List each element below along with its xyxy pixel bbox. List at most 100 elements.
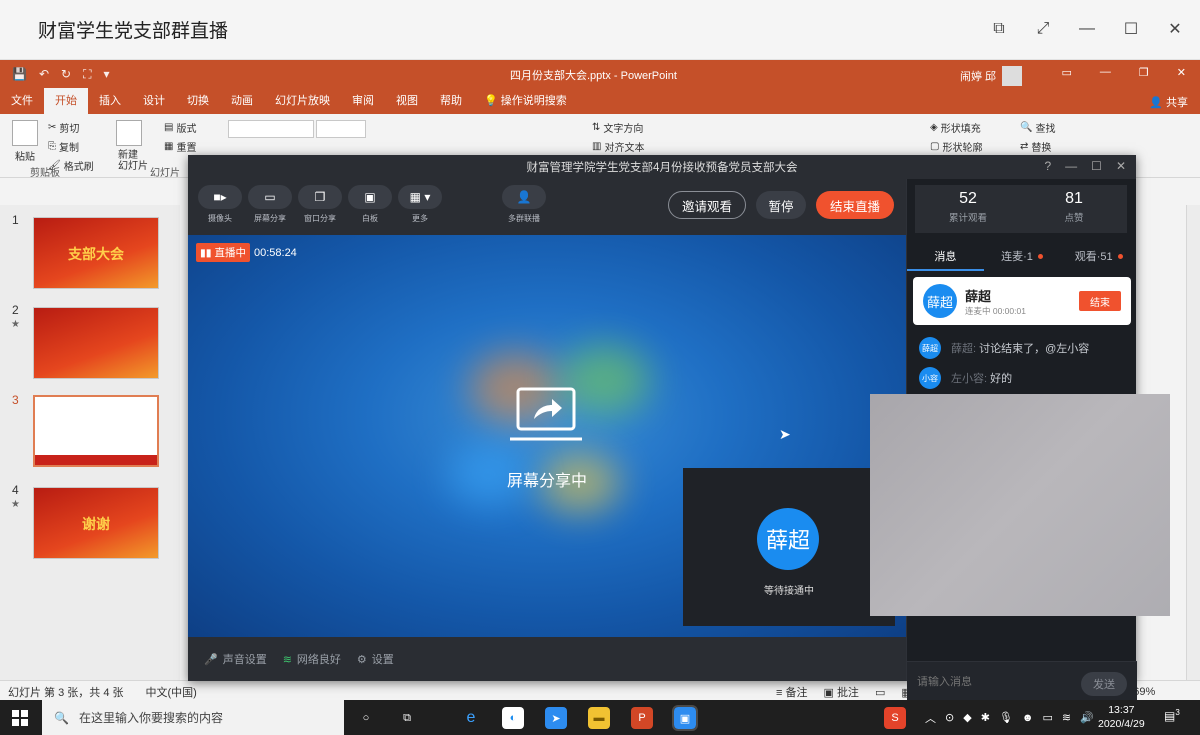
tray-battery-icon[interactable]: ▭ [1042,711,1052,724]
powerpoint-icon[interactable]: P [631,707,653,729]
text-direction-button[interactable]: ⇅ 文字方向 [592,120,643,135]
new-slide-button[interactable] [116,120,142,148]
chat-sender: 薛超: [951,343,977,355]
tray-wifi-icon[interactable]: ≋ [1062,711,1071,724]
copy-button[interactable]: ⎘ 复制 [48,139,79,154]
live-close-button[interactable]: ✕ [1116,159,1126,173]
normal-view-icon[interactable]: ▭ [875,686,885,699]
sogou-icon[interactable]: S [884,707,906,729]
ppt-minimize-button[interactable]: — [1100,66,1111,79]
maximize-button[interactable]: ☐ [1118,16,1144,42]
window-share-button[interactable]: ❐ 窗口分享 [298,185,342,224]
pin-window-icon[interactable]: ⧉ [986,16,1012,42]
guest-video-pip[interactable]: 薛超 等待接通中 [683,468,895,626]
live-maximize-button[interactable]: ☐ [1091,159,1102,173]
save-icon[interactable]: 💾 [12,67,27,82]
replace-button[interactable]: ⇄ 替换 [1020,139,1051,154]
file-explorer-icon[interactable]: ▬ [588,707,610,729]
live-minimize-button[interactable]: — [1065,159,1077,173]
paste-button[interactable]: 粘贴 [12,120,38,163]
shape-outline-button[interactable]: ▢ 形状轮廓 [930,139,982,154]
redo-icon[interactable]: ↻ [61,67,71,82]
taskbar-clock[interactable]: 13:37 2020/4/29 [1098,703,1145,731]
tab-view[interactable]: 视图 [385,88,429,114]
start-button[interactable] [0,700,40,735]
edge-icon[interactable]: e [460,707,482,729]
expand-icon[interactable]: ⤢ [1030,16,1056,42]
end-live-button[interactable]: 结束直播 [816,191,894,219]
ppt-close-button[interactable]: ✕ [1177,66,1186,79]
tab-slideshow[interactable]: 幻灯片放映 [264,88,341,114]
screen-share-button[interactable]: ▭ 屏幕分享 [248,185,292,224]
end-link-mic-button[interactable]: 结束 [1079,291,1121,311]
notes-button[interactable]: ≡ 备注 [776,684,807,700]
tell-me-search[interactable]: 💡 操作说明搜索 [473,88,578,114]
audio-settings-button[interactable]: 🎤 声音设置 [204,651,267,667]
undo-icon[interactable]: ↶ [39,67,49,82]
more-button[interactable]: ▦ ▾ 更多 [398,185,442,224]
browser-icon[interactable]: ◐ [502,707,524,729]
multi-group-label: 多群联播 [508,214,540,223]
slide-thumbnail-4[interactable]: 谢谢 [33,487,159,559]
tab-review[interactable]: 审阅 [341,88,385,114]
feishu-icon[interactable]: ➤ [545,707,567,729]
tray-app-icon[interactable]: ⊙ [945,711,954,724]
multi-group-button[interactable]: 👤 多群联播 [502,185,546,224]
shape-fill-button[interactable]: ◈ 形状填充 [930,120,981,135]
tray-volume-icon[interactable]: 🔊 [1080,711,1094,724]
tab-viewers[interactable]: 观看·51 [1060,241,1137,271]
tab-transitions[interactable]: 切换 [176,88,220,114]
reset-button[interactable]: ▦ 重置 [164,139,196,154]
share-button[interactable]: 👤 共享 [1149,94,1188,110]
close-button[interactable]: ✕ [1162,16,1188,42]
user-avatar[interactable] [1002,66,1023,86]
tray-expand-icon[interactable]: ︿ [925,710,936,726]
settings-button[interactable]: ⚙ 设置 [357,651,394,667]
tab-messages[interactable]: 消息 [907,241,984,271]
slide-thumbnail-1[interactable]: 支部大会 [33,217,159,289]
tray-shield-icon[interactable]: ◆ [963,711,971,724]
font-size-select[interactable] [316,120,366,138]
align-text-button[interactable]: ▥ 对齐文本 [592,139,644,154]
camera-button[interactable]: ■▸ 摄像头 [198,185,242,224]
layout-icon: ▤ [164,122,174,133]
tray-bluetooth-icon[interactable]: ✱ [981,711,990,724]
tab-insert[interactable]: 插入 [88,88,132,114]
tray-qq-icon[interactable]: ☻ [1022,712,1034,724]
chat-input[interactable] [917,676,1067,688]
cortana-icon[interactable]: ○ [355,707,377,729]
comments-button[interactable]: ▣ 批注 [823,684,858,700]
dingtalk-icon[interactable]: ▣ [672,705,698,731]
send-button[interactable]: 发送 [1081,672,1127,696]
cut-button[interactable]: ✂ 剪切 [48,120,79,135]
present-icon[interactable]: ⛶ [83,67,91,82]
shape-outline-label: 形状轮廓 [942,143,983,154]
slide-thumbnail-3[interactable] [33,395,159,467]
task-view-icon[interactable]: ⧉ [396,707,418,729]
tab-design[interactable]: 设计 [132,88,176,114]
ppt-user[interactable]: 闹婷 邱 [960,66,1023,86]
customize-qat-icon[interactable]: ▾ [103,67,109,82]
notification-center-icon[interactable]: ▤3 [1164,708,1180,723]
font-name-select[interactable] [228,120,314,138]
find-button[interactable]: 🔍 查找 [1020,120,1055,135]
ppt-vertical-scrollbar[interactable] [1186,205,1200,685]
invite-button[interactable]: 邀请观看 [668,191,746,219]
tab-home[interactable]: 开始 [44,88,88,114]
minimize-button[interactable]: — [1074,16,1100,42]
taskbar-search[interactable]: 🔍 在这里输入你要搜索的内容 [42,700,344,735]
help-icon[interactable]: ? [1044,159,1051,173]
tab-animations[interactable]: 动画 [220,88,264,114]
whiteboard-button[interactable]: ▣ 白板 [348,185,392,224]
tab-file[interactable]: 文件 [0,88,44,114]
tray-mic-icon[interactable]: 🎙 [999,711,1013,724]
layout-button[interactable]: ▤ 版式 [164,120,196,135]
ppt-restore-button[interactable]: ❐ [1139,66,1149,79]
ribbon-display-icon[interactable]: ▭ [1062,66,1072,79]
language-indicator[interactable]: 中文(中国) [146,684,197,700]
tab-help[interactable]: 帮助 [429,88,473,114]
tab-link-mic[interactable]: 连麦·1 [984,241,1061,271]
pause-button[interactable]: 暂停 [756,191,806,219]
tab-messages-label: 消息 [934,251,957,263]
slide-thumbnail-2[interactable] [33,307,159,379]
